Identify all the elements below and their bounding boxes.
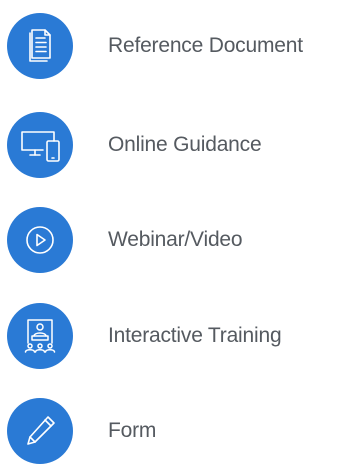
presentation-icon	[24, 319, 56, 353]
legend-label: Online Guidance	[108, 133, 262, 156]
legend-label: Reference Document	[108, 34, 303, 57]
resource-type-legend: Reference Document Online Guidance Webin…	[0, 0, 337, 471]
legend-item-reference-document: Reference Document	[7, 13, 337, 79]
document-icon	[29, 29, 51, 62]
legend-item-webinar-video: Webinar/Video	[7, 207, 337, 273]
form-badge	[7, 398, 73, 464]
devices-icon	[21, 131, 60, 162]
interactive-training-badge	[7, 303, 73, 369]
play-icon	[26, 226, 54, 254]
pencil-icon	[27, 416, 55, 445]
legend-label: Form	[108, 419, 157, 442]
legend-label: Webinar/Video	[108, 228, 243, 251]
online-guidance-badge	[7, 112, 73, 178]
legend-label: Interactive Training	[108, 324, 282, 347]
legend-item-interactive-training: Interactive Training	[7, 303, 337, 369]
legend-item-form: Form	[7, 398, 337, 464]
legend-item-online-guidance: Online Guidance	[7, 112, 337, 178]
webinar-video-badge	[7, 207, 73, 273]
reference-document-badge	[7, 13, 73, 79]
